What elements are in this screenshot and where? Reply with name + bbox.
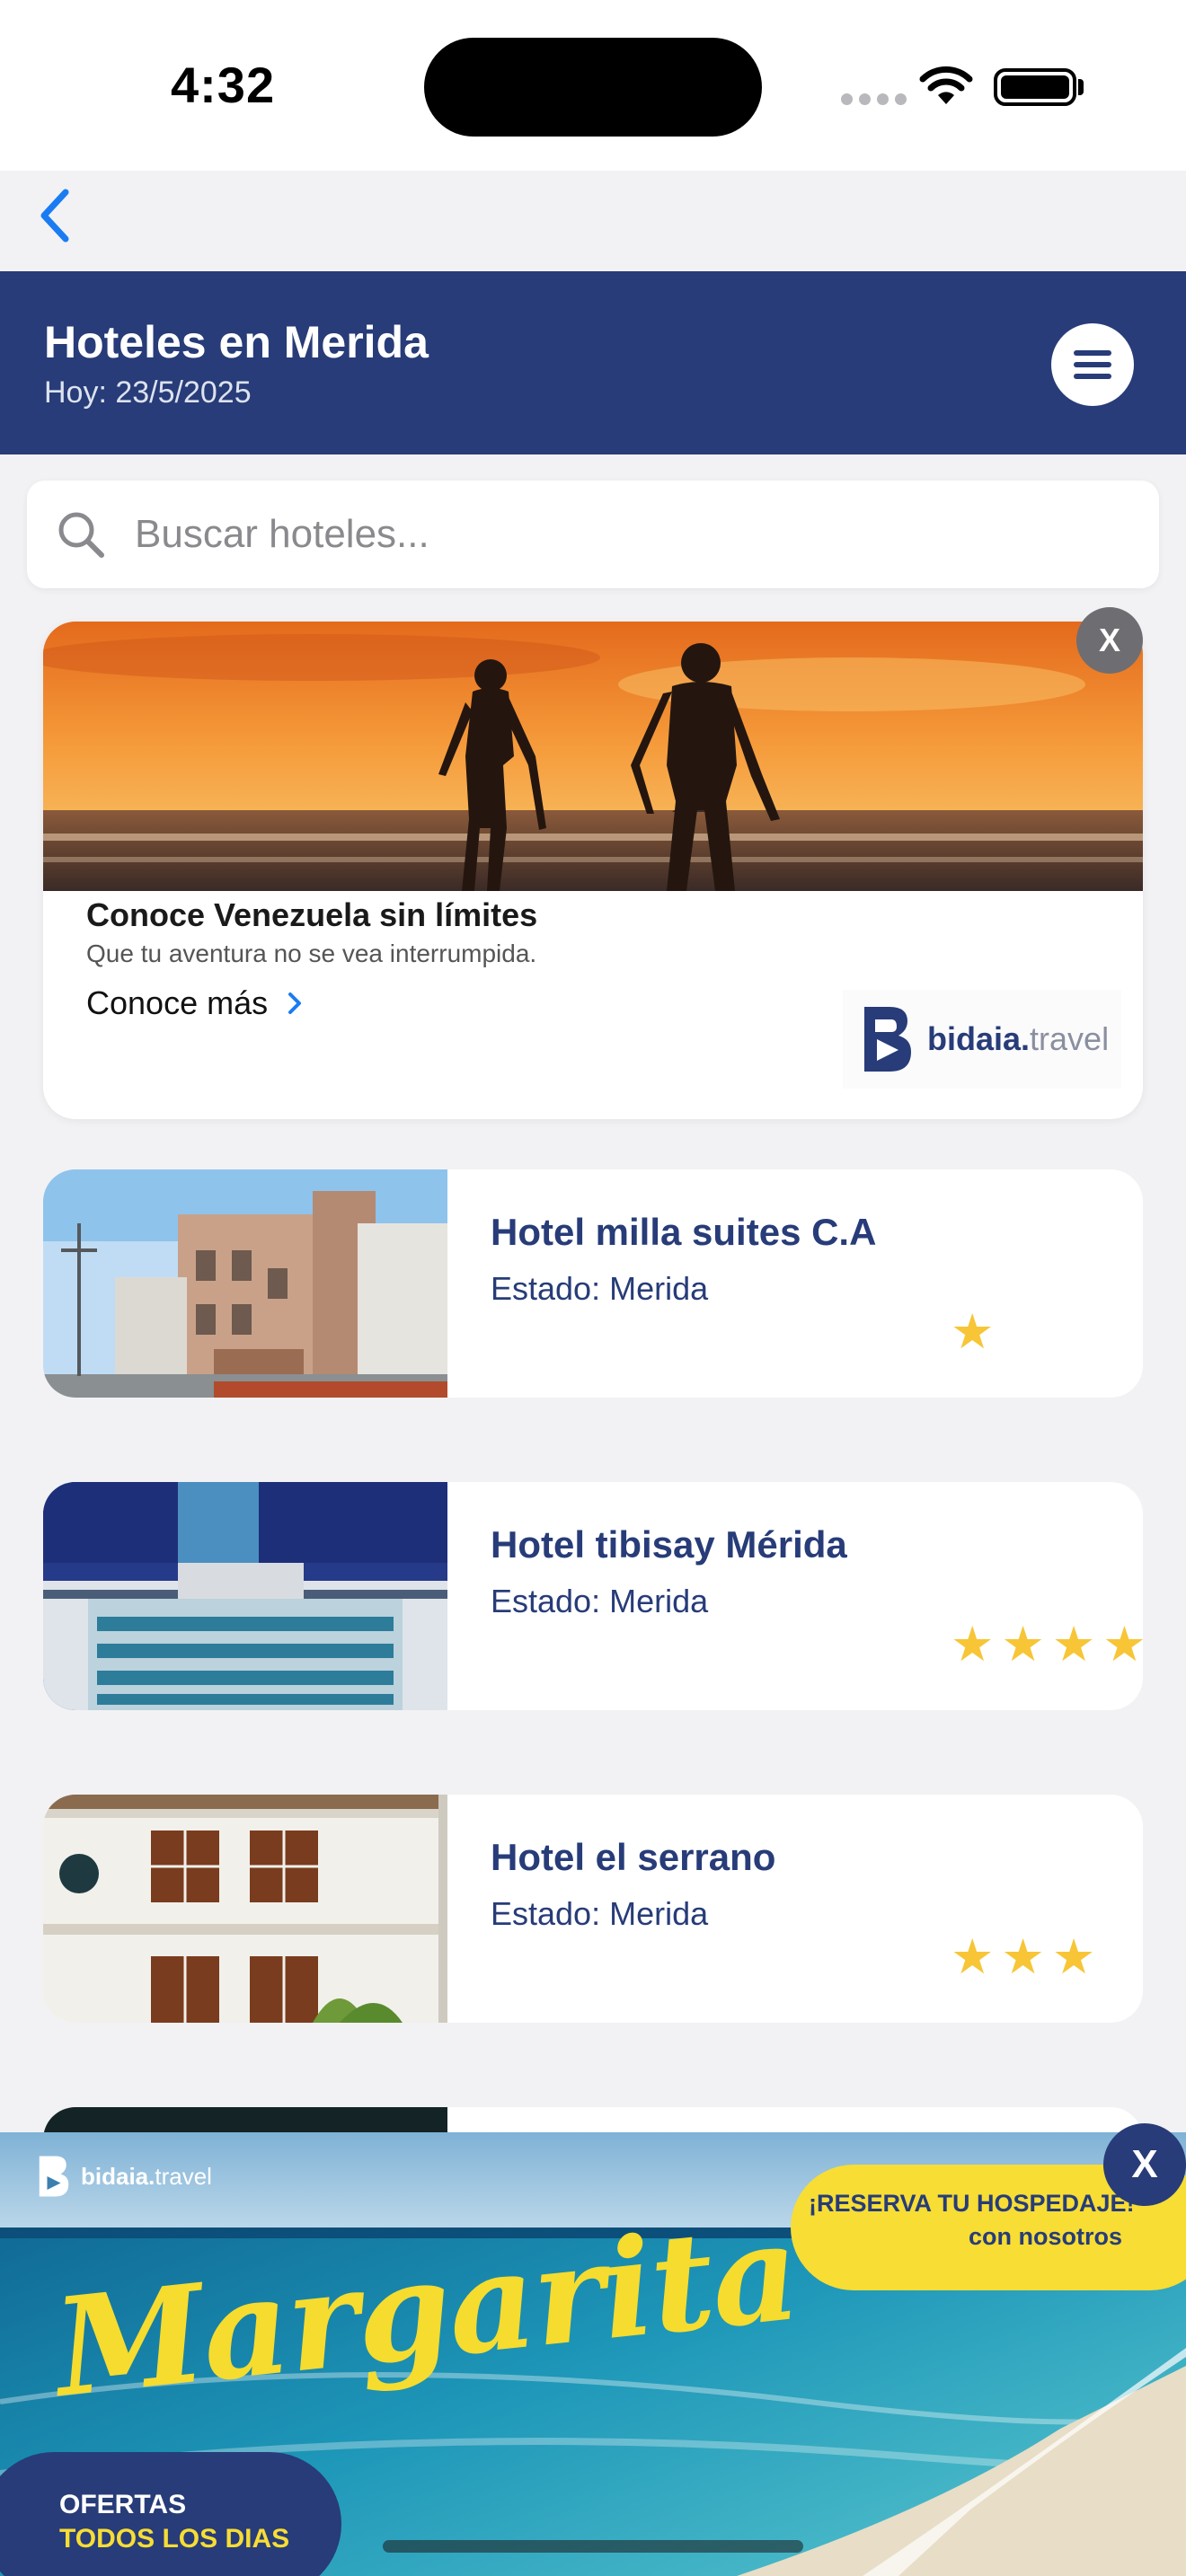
beach-couple-photo: [43, 622, 1143, 891]
bidaia-logo-icon: [39, 2156, 69, 2197]
star-rating: ★: [951, 1308, 994, 1356]
back-button[interactable]: [23, 180, 86, 251]
star-rating: ★ ★ ★ ★: [951, 1620, 1143, 1669]
app-screen: 4:32 Hoteles en Merida Hoy: 23/5/2025 Bu…: [0, 0, 1186, 2576]
wifi-icon: [919, 66, 973, 104]
search-input[interactable]: [135, 512, 1123, 557]
star-icon: ★: [951, 1930, 995, 1984]
banner-logo-light: travel: [155, 2162, 212, 2190]
offers-line-2: TODOS LOS DIAS: [59, 2524, 290, 2554]
star-icon: ★: [1001, 1618, 1045, 1672]
search-bar[interactable]: [27, 481, 1159, 588]
battery-icon: [994, 68, 1076, 106]
star-icon: ★: [1051, 1618, 1096, 1672]
hotel-card[interactable]: Hotel tibisay Mérida Estado: Merida ★ ★ ★ ★: [43, 1482, 1143, 1710]
pill-line-2: con nosotros: [969, 2223, 1123, 2250]
star-icon: ★: [951, 1618, 995, 1672]
star-icon: ★: [1001, 1930, 1045, 1984]
star-icon: ★: [1102, 1618, 1143, 1672]
promo-title: Conoce Venezuela sin límites: [86, 896, 538, 933]
promo-close-button[interactable]: X: [1076, 607, 1143, 674]
logo-light-text: travel: [1030, 1020, 1110, 1057]
hotel-state: Estado: Merida: [491, 1270, 709, 1307]
hotel-name: Hotel tibisay Mérida: [491, 1523, 847, 1566]
hamburger-icon: [1074, 350, 1111, 379]
hotel-name: Hotel milla suites C.A: [491, 1211, 877, 1253]
page-date: Hoy: 23/5/2025: [44, 375, 252, 410]
promo-text: Que tu aventura no se vea interrumpida.: [86, 940, 537, 967]
hotel-photo: [43, 1169, 447, 1398]
page-title: Hoteles en Merida: [44, 317, 429, 367]
bidaia-logo-icon: [864, 1007, 911, 1072]
search-icon: [58, 512, 104, 558]
logo-bold-text: bidaia.: [927, 1020, 1031, 1057]
bidaia-logo: bidaia.travel: [843, 990, 1121, 1089]
home-indicator[interactable]: [383, 2540, 803, 2553]
banner-close-button[interactable]: X: [1103, 2123, 1186, 2206]
star-icon: ★: [951, 1305, 995, 1359]
hotel-photo: [43, 1482, 447, 1710]
promo-card[interactable]: Conoce Venezuela sin límites Que tu aven…: [43, 622, 1143, 1119]
menu-button[interactable]: [1051, 323, 1134, 406]
promo-link-label: Conoce más: [86, 984, 269, 1021]
banner-offers-pill: OFERTAS TODOS LOS DIAS: [0, 2452, 341, 2576]
hotel-name: Hotel el serrano: [491, 1836, 776, 1878]
banner-bidaia-logo: bidaia.travel: [36, 2154, 212, 2199]
promo-banner[interactable]: bidaia.travel Margarita ¡RESERVA TU HOSP…: [0, 2132, 1186, 2576]
hotel-card[interactable]: Hotel milla suites C.A Estado: Merida ★: [43, 1169, 1143, 1398]
chevron-left-icon: [40, 189, 69, 243]
dynamic-island: [424, 38, 762, 137]
hotel-state: Estado: Merida: [491, 1895, 709, 1932]
banner-logo-bold: bidaia.: [81, 2162, 155, 2190]
status-bar: 4:32: [0, 0, 1186, 243]
hotel-photo: [43, 1795, 447, 2023]
promo-learn-more-link[interactable]: Conoce más: [86, 984, 302, 1022]
star-rating: ★ ★ ★: [951, 1933, 1095, 1981]
status-time: 4:32: [171, 57, 276, 113]
offers-line-1: OFERTAS: [59, 2490, 187, 2519]
hotel-card[interactable]: Hotel el serrano Estado: Merida ★ ★ ★: [43, 1795, 1143, 2023]
chevron-right-icon: [288, 992, 302, 1014]
cellular-signal-icon: [841, 93, 907, 105]
star-icon: ★: [1051, 1930, 1096, 1984]
hotel-state: Estado: Merida: [491, 1583, 709, 1619]
